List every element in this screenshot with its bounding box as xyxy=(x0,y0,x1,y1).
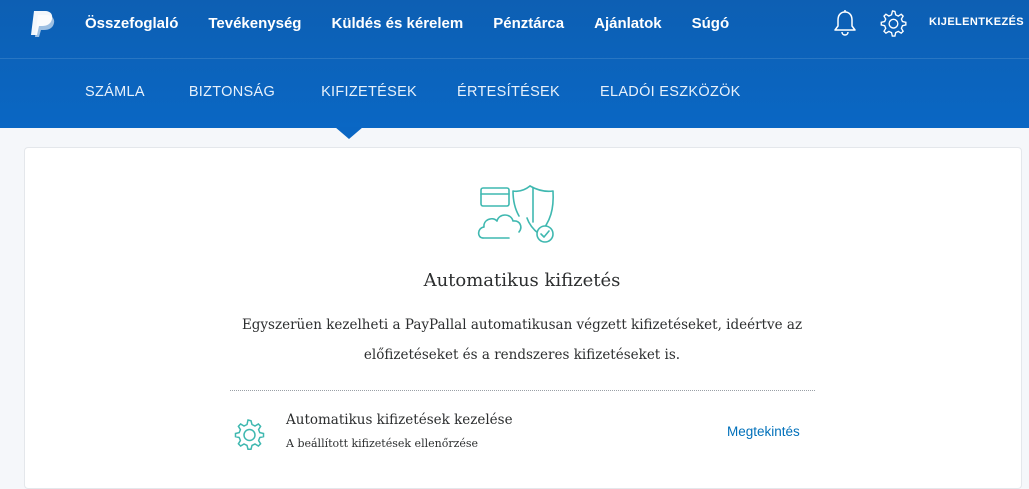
nav-wallet[interactable]: Pénztárca xyxy=(493,15,564,32)
description-line-1: Egyszerüen kezelheti a PayPallal automat… xyxy=(241,317,803,333)
logout-button[interactable]: KIJELENTKEZÉS xyxy=(929,16,1024,28)
autopay-manage-subtitle: A beállított kifizetések ellenőrzése xyxy=(286,437,479,450)
bell-icon[interactable] xyxy=(832,9,858,37)
paypal-logo[interactable] xyxy=(28,9,58,37)
gear-icon[interactable] xyxy=(878,9,907,38)
description: Egyszerüen kezelheti a PayPallal automat… xyxy=(0,310,1029,370)
page-title: Automatikus kifizetés xyxy=(423,270,621,291)
gear-icon xyxy=(234,419,265,450)
header: Összefoglaló Tevékenység Küldés és kérel… xyxy=(0,0,1029,128)
view-link[interactable]: Megtekintés xyxy=(727,424,800,439)
top-bar: Összefoglaló Tevékenység Küldés és kérel… xyxy=(0,0,1029,58)
main-nav: Összefoglaló Tevékenység Küldés és kérel… xyxy=(85,0,759,46)
nav-offers[interactable]: Ajánlatok xyxy=(594,15,662,32)
nav-summary[interactable]: Összefoglaló xyxy=(85,15,178,32)
nav-help[interactable]: Súgó xyxy=(692,15,730,32)
autopay-manage-title: Automatikus kifizetések kezelése xyxy=(286,412,513,428)
section-divider xyxy=(230,390,815,391)
active-tab-pointer xyxy=(335,127,363,139)
nav-activity[interactable]: Tevékenység xyxy=(208,15,301,32)
sub-nav: SZÁMLA BIZTONSÁG KIFIZETÉSEK ÉRTESÍTÉSEK… xyxy=(85,84,741,100)
description-line-2: előfizetéseket és a rendszeres kifizetés… xyxy=(363,347,681,363)
tab-notifications[interactable]: ÉRTESÍTÉSEK xyxy=(457,84,560,100)
tab-account[interactable]: SZÁMLA xyxy=(85,84,145,100)
card-shield-cloud-icon xyxy=(477,185,554,243)
nav-send-request[interactable]: Küldés és kérelem xyxy=(331,15,463,32)
tab-security[interactable]: BIZTONSÁG xyxy=(189,84,275,100)
tab-payments[interactable]: KIFIZETÉSEK xyxy=(321,84,417,100)
tab-seller-tools[interactable]: ELADÓI ESZKÖZÖK xyxy=(600,84,741,100)
subnav-divider xyxy=(0,58,1029,59)
